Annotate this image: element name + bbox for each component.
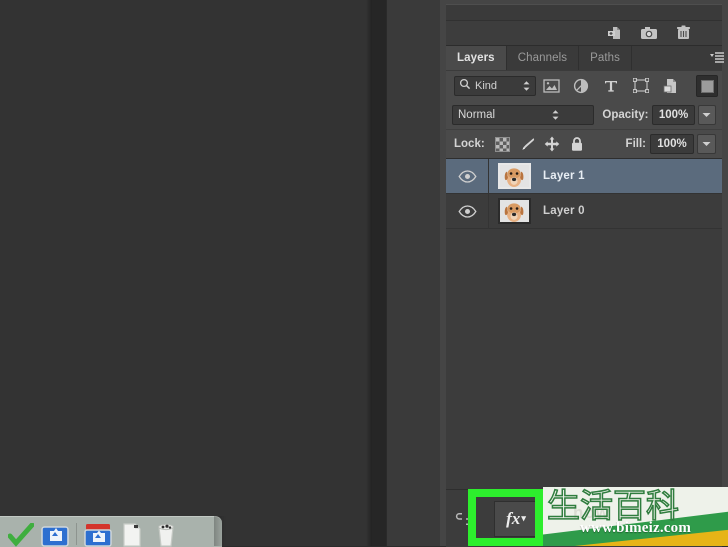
blend-mode-value: Normal (458, 108, 496, 121)
filter-pixel-layers-icon[interactable] (536, 73, 566, 99)
lock-icon-group (490, 133, 590, 155)
table-row[interactable]: Layer 1 (446, 158, 722, 194)
filter-type-layers-icon[interactable] (596, 73, 626, 99)
filter-adjustment-layers-icon[interactable] (566, 73, 596, 99)
opacity-value[interactable]: 100% (652, 104, 695, 125)
lock-all-icon[interactable] (565, 133, 590, 155)
dock-icon-trash[interactable] (149, 519, 183, 547)
filter-shape-layers-icon[interactable] (626, 73, 656, 99)
layer-visibility-toggle[interactable] (446, 158, 489, 194)
search-icon (459, 78, 471, 93)
lock-image-pixels-icon[interactable] (515, 133, 540, 155)
lock-label: Lock: (454, 138, 485, 150)
camera-snapshot-icon[interactable] (632, 21, 666, 45)
panel-tab-bar: Layers Channels Paths (446, 46, 722, 70)
opacity-dropdown-button[interactable] (697, 104, 716, 125)
lock-position-icon[interactable] (540, 133, 565, 155)
new-adjustment-layer-icon[interactable] (598, 21, 632, 45)
workspace-background (392, 0, 440, 546)
watermark-overlay: how 生活百科 www.bimeiz.com (543, 487, 728, 546)
filter-toggle-swatch (700, 79, 714, 93)
blend-mode-select[interactable]: Normal (452, 104, 595, 125)
layer-name[interactable]: Layer 0 (543, 205, 585, 217)
fill-label: Fill: (625, 138, 646, 150)
filter-smart-objects-icon[interactable] (656, 73, 686, 99)
dock-separator (76, 523, 77, 545)
layers-list-empty-area[interactable] (446, 229, 722, 488)
watermark-url: www.bimeiz.com (579, 520, 692, 536)
dock-icon-media-blue[interactable] (38, 519, 72, 547)
dock-icon-row (0, 517, 222, 547)
document-canvas[interactable] (0, 0, 372, 546)
workspace-gutter (372, 0, 386, 546)
chevron-updown-icon[interactable] (522, 79, 531, 93)
panel-menu-icon[interactable] (709, 50, 725, 66)
blend-mode-row: Normal Opacity: 100% (446, 100, 722, 129)
dock-icon-media-red[interactable] (81, 519, 115, 547)
filter-kind-label: Kind (475, 79, 498, 92)
photoshop-window: Layers Channels Paths Kind Normal Opacit… (0, 0, 728, 547)
tab-channels[interactable]: Channels (506, 46, 580, 70)
chevron-updown-icon[interactable] (523, 108, 588, 122)
layer-thumbnail[interactable] (498, 198, 531, 224)
opacity-label: Opacity: (602, 108, 649, 121)
filter-toggle-button[interactable] (696, 75, 718, 97)
fill-dropdown-button[interactable] (697, 134, 716, 154)
tab-paths[interactable]: Paths (579, 46, 632, 70)
layer-name[interactable]: Layer 1 (543, 170, 585, 182)
table-row[interactable]: Layer 0 (446, 193, 722, 229)
layer-thumbnail[interactable] (498, 163, 531, 189)
panel-action-icon-strip (446, 20, 722, 46)
lock-transparent-pixels-icon[interactable] (490, 133, 515, 155)
tab-layers[interactable]: Layers (446, 46, 507, 70)
green-highlight-box (468, 489, 543, 546)
dock-icon-document[interactable] (115, 519, 149, 547)
dock-edge-shadow (214, 516, 226, 546)
filter-kind-select[interactable]: Kind (454, 75, 536, 96)
layer-visibility-toggle[interactable] (446, 193, 489, 229)
panel-header-strip (446, 4, 722, 21)
checkerboard-swatch (494, 136, 510, 152)
lock-row: Lock: Fill: 100% (446, 129, 722, 158)
trash-icon[interactable] (666, 21, 700, 45)
layers-list[interactable]: Layer 1 Layer 0 (446, 158, 722, 490)
fill-value[interactable]: 100% (650, 134, 694, 154)
dock-icon-check[interactable] (4, 519, 38, 547)
taskbar-dock (0, 516, 222, 547)
layer-filter-row: Kind (446, 70, 722, 100)
